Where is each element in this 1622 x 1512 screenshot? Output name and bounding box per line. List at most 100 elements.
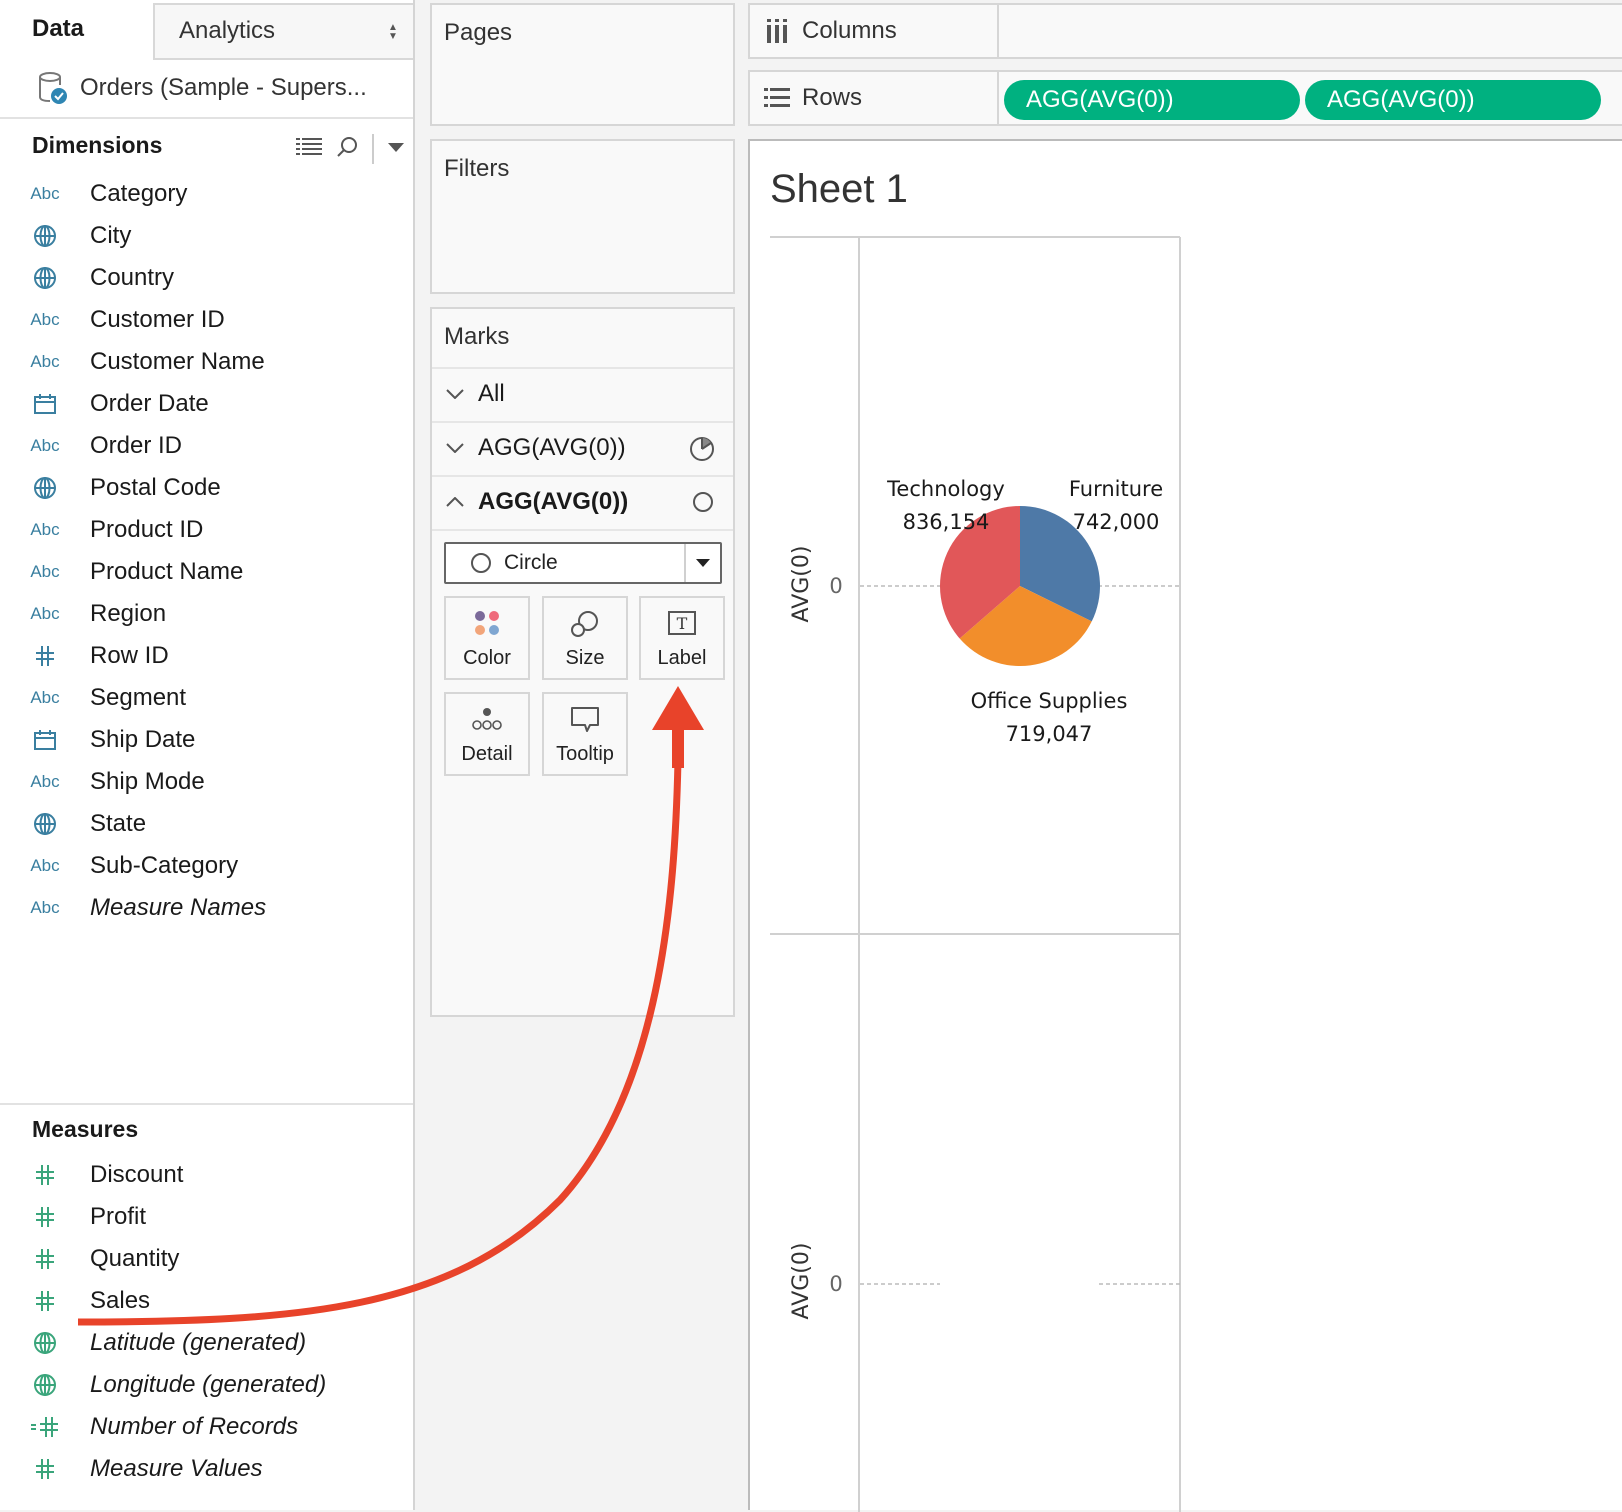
- field-item[interactable]: City: [0, 216, 410, 256]
- tooltip-button[interactable]: Tooltip: [542, 692, 628, 776]
- label-button[interactable]: T Label: [639, 596, 725, 680]
- pie-label-category: Furniture: [1069, 477, 1163, 501]
- y-tick-zero-2: 0: [829, 1272, 842, 1296]
- field-label: Latitude (generated): [90, 1329, 307, 1356]
- field-label: Longitude (generated): [90, 1371, 327, 1398]
- rows-pill-1[interactable]: AGG(AVG(0)): [1004, 80, 1300, 120]
- marks-row-all[interactable]: All: [432, 367, 733, 419]
- field-item[interactable]: Abc Region: [0, 594, 410, 634]
- field-item[interactable]: Postal Code: [0, 468, 410, 508]
- y-tick-zero-1: 0: [829, 574, 842, 598]
- string-type-icon: Abc: [30, 856, 60, 875]
- geo-globe-icon: [0, 1373, 90, 1397]
- datasource-name: Orders (Sample - Supers...: [80, 74, 367, 101]
- marks-row-agg-2[interactable]: AGG(AVG(0)): [432, 475, 733, 527]
- string-type-icon: Abc: [30, 436, 60, 455]
- field-item[interactable]: Abc Order ID: [0, 426, 410, 466]
- calculated-number-icon: [0, 1416, 90, 1438]
- string-type-icon: Abc: [30, 310, 60, 329]
- field-item[interactable]: State: [0, 804, 410, 844]
- number-type-icon: [0, 1290, 90, 1312]
- detail-icon: [471, 706, 503, 738]
- field-label: Sales: [90, 1287, 151, 1314]
- rows-shelf[interactable]: Rows AGG(AVG(0)) AGG(AVG(0)): [748, 70, 1622, 126]
- field-item[interactable]: Abc Segment: [0, 678, 410, 718]
- pie-label-value: 836,154: [903, 510, 990, 534]
- field-item[interactable]: Abc Category: [0, 174, 410, 214]
- pages-card[interactable]: Pages: [430, 3, 735, 126]
- list-view-icon[interactable]: [296, 137, 322, 162]
- color-button[interactable]: Color: [444, 596, 530, 680]
- rows-label: Rows: [802, 84, 863, 111]
- field-label: State: [90, 810, 147, 837]
- field-label: Order Date: [90, 390, 209, 417]
- string-type-icon: Abc: [30, 520, 60, 539]
- worksheet-canvas: Sheet 1 0 0 AVG(0) AVG(0) Furniture 742,0…: [748, 139, 1622, 1512]
- field-item[interactable]: Longitude (generated): [0, 1365, 410, 1405]
- datasource-icon: [38, 71, 68, 105]
- circle-icon: [471, 553, 491, 573]
- pie-chart-view[interactable]: 0 0 AVG(0) AVG(0) Furniture 742,000 Office…: [750, 141, 1622, 1512]
- field-label: Number of Records: [90, 1413, 299, 1440]
- field-label: Profit: [90, 1203, 147, 1230]
- field-item[interactable]: Ship Date: [0, 720, 410, 760]
- marks-title: Marks: [444, 323, 510, 350]
- field-item[interactable]: Quantity: [0, 1239, 410, 1279]
- geo-globe-icon: [0, 812, 90, 836]
- search-icon[interactable]: [336, 136, 358, 163]
- field-label: Segment: [90, 684, 187, 711]
- field-label: Region: [90, 600, 167, 627]
- marks-row-agg-1[interactable]: AGG(AVG(0)): [432, 421, 733, 473]
- field-item[interactable]: Abc Product Name: [0, 552, 410, 592]
- field-item[interactable]: Abc Customer ID: [0, 300, 410, 340]
- datasource[interactable]: Orders (Sample - Supers...: [38, 70, 367, 106]
- field-item[interactable]: Discount: [0, 1155, 410, 1195]
- mark-type-select[interactable]: Circle: [444, 542, 722, 584]
- field-label: Product ID: [90, 516, 204, 543]
- pie-mark-icon: [689, 436, 715, 469]
- columns-shelf[interactable]: Columns: [748, 3, 1622, 59]
- pie-label-category: Office Supplies: [971, 689, 1128, 713]
- columns-shelf-label: Columns: [750, 5, 999, 57]
- rows-pill-2[interactable]: AGG(AVG(0)): [1305, 80, 1601, 120]
- field-item[interactable]: Abc Ship Mode: [0, 762, 410, 802]
- color-icon: [473, 610, 501, 642]
- divider: [372, 134, 374, 164]
- field-item[interactable]: Abc Customer Name: [0, 342, 410, 382]
- color-label: Color: [463, 647, 511, 669]
- field-item[interactable]: Abc Sub-Category: [0, 846, 410, 886]
- size-button[interactable]: Size: [542, 596, 628, 680]
- chevron-down-icon[interactable]: [388, 140, 404, 158]
- field-label: Customer Name: [90, 348, 265, 375]
- field-item[interactable]: Order Date: [0, 384, 410, 424]
- filters-card[interactable]: Filters: [430, 139, 735, 294]
- sort-arrows-icon[interactable]: ▲ ▼: [387, 23, 399, 42]
- dimensions-title: Dimensions: [32, 132, 163, 158]
- detail-button[interactable]: Detail: [444, 692, 530, 776]
- geo-globe-icon: [0, 476, 90, 500]
- chevron-down-icon: [432, 389, 478, 399]
- pie-label-value: 719,047: [1006, 722, 1093, 746]
- field-item[interactable]: Row ID: [0, 636, 410, 676]
- tab-data[interactable]: Data: [0, 0, 153, 60]
- field-item[interactable]: Number of Records: [0, 1407, 410, 1447]
- columns-icon: [764, 19, 790, 43]
- columns-label: Columns: [802, 17, 897, 44]
- tab-analytics[interactable]: Analytics ▲ ▼: [153, 3, 413, 60]
- field-item[interactable]: Country: [0, 258, 410, 298]
- field-label: Category: [90, 180, 188, 207]
- detail-label: Detail: [461, 743, 513, 765]
- field-item[interactable]: Abc Measure Names: [0, 888, 410, 928]
- string-type-icon: Abc: [30, 562, 60, 581]
- field-item[interactable]: Abc Product ID: [0, 510, 410, 550]
- pie-label-value: 742,000: [1073, 510, 1160, 534]
- string-type-icon: Abc: [30, 772, 60, 791]
- string-type-icon: Abc: [30, 898, 60, 917]
- field-item[interactable]: Profit: [0, 1197, 410, 1237]
- field-item[interactable]: Sales: [0, 1281, 410, 1321]
- field-label: Customer ID: [90, 306, 225, 333]
- chevron-down-icon[interactable]: [684, 544, 720, 582]
- svg-text:T: T: [677, 614, 688, 633]
- field-item[interactable]: Measure Values: [0, 1449, 410, 1489]
- field-item[interactable]: Latitude (generated): [0, 1323, 410, 1363]
